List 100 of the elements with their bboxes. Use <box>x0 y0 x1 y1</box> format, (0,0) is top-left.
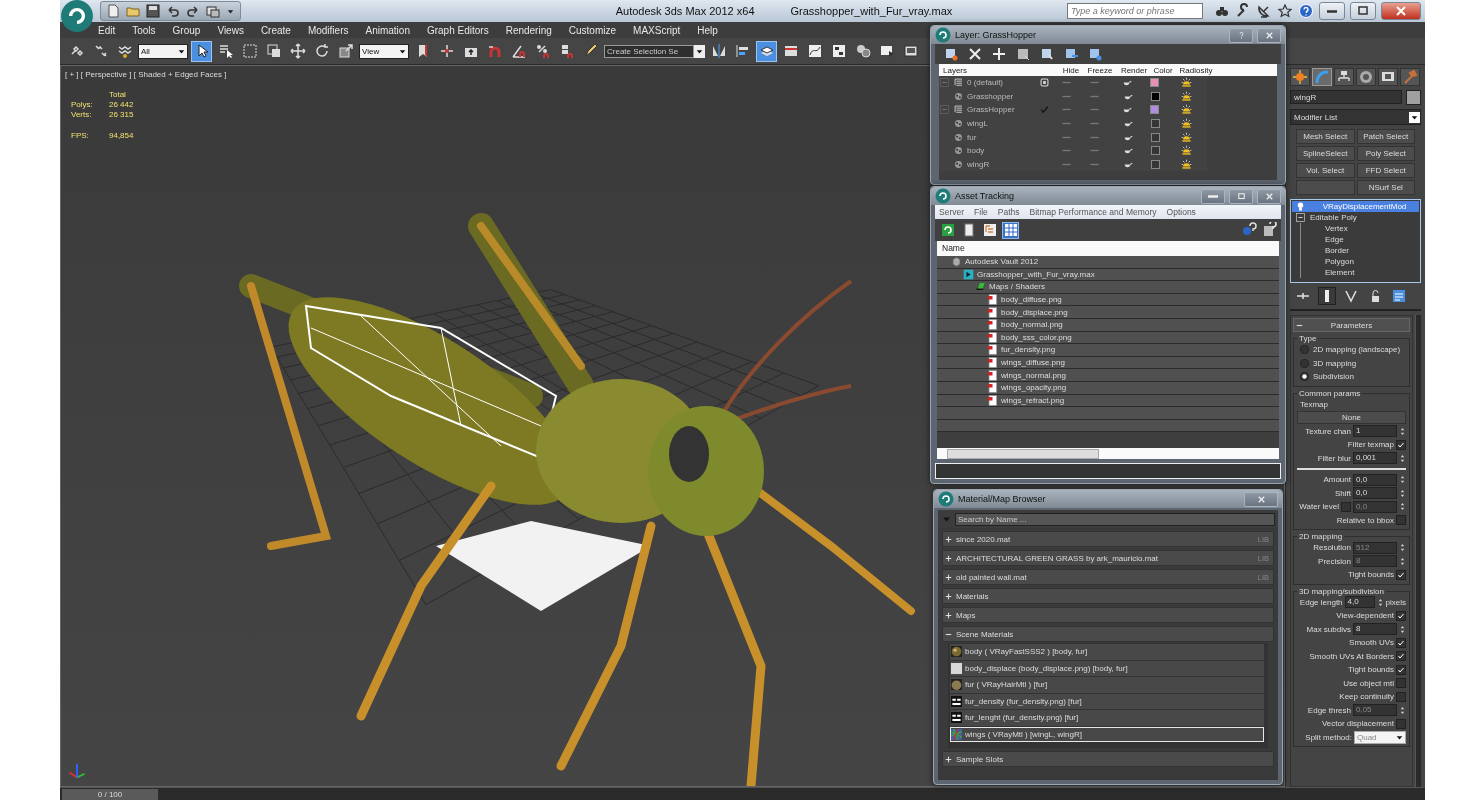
sub-object-item[interactable]: Polygon <box>1300 256 1419 267</box>
asset-name[interactable]: body_normal.png <box>1001 320 1063 330</box>
menu-item[interactable]: Paths <box>997 207 1020 217</box>
material-item[interactable]: body ( VRayFastSSS2 ) [body, fur] <box>950 644 1264 660</box>
asset-name[interactable]: Autodesk Vault 2012 <box>965 257 1039 267</box>
stat-label: Verts: <box>71 110 93 119</box>
menu-item[interactable]: Graph Editors <box>426 24 489 36</box>
modifier-button[interactable]: Poly Select <box>1356 146 1415 161</box>
menu-item[interactable]: Views <box>217 24 244 36</box>
search-field[interactable]: Type a keyword or phrase <box>1067 3 1203 19</box>
layer-name[interactable]: 0 (default) <box>967 78 1004 88</box>
spinner-field[interactable]: 4,0 <box>1344 596 1375 609</box>
column-header[interactable]: Layers <box>939 65 1037 75</box>
group-header[interactable]: Scene Materials <box>942 626 1274 642</box>
modifier-button[interactable]: NSurf Sel <box>1356 180 1415 195</box>
menu-item[interactable]: Create <box>260 24 291 36</box>
menu-item[interactable]: Modifiers <box>307 24 349 36</box>
group-title: Type <box>1298 334 1318 343</box>
named-selection-field[interactable]: Create Selection Se <box>604 44 694 58</box>
menu-item[interactable]: Bitmap Performance and Memory <box>1029 207 1157 217</box>
menu-item[interactable]: Animation <box>365 24 410 36</box>
layer-name[interactable]: Grasshopper <box>967 91 1014 101</box>
column-header[interactable]: Radiosity <box>1175 65 1217 75</box>
layer-name[interactable]: fur <box>967 132 977 142</box>
material-item[interactable]: body_displace (body_displace.png) [body, fur] <box>950 660 1264 676</box>
stack-item[interactable]: VRayDisplacementMod <box>1292 201 1419 212</box>
dialog-title: Material/Map Browser <box>958 494 1046 504</box>
rollout-header[interactable]: Parameters <box>1293 318 1410 332</box>
checkbox-label: Use object mtl <box>1343 678 1394 688</box>
sub-object-item[interactable]: Vertex <box>1300 223 1419 234</box>
group-header[interactable]: Sample Slots <box>942 751 1274 767</box>
checkbox-label: Relative to bbox <box>1336 515 1394 525</box>
layer-name[interactable]: wingR <box>967 159 990 169</box>
layer-name[interactable]: GrassHopper <box>967 105 1015 115</box>
asset-name[interactable]: wings_refract.png <box>1001 395 1065 405</box>
spinner-field[interactable]: 8 <box>1353 623 1397 636</box>
stack-item[interactable]: Editable Poly <box>1292 212 1419 223</box>
group-header[interactable]: Maps <box>942 607 1274 623</box>
asset-name[interactable]: wings_opacity.png <box>1001 383 1067 393</box>
dropdown[interactable]: All <box>138 43 188 59</box>
stat-label: Polys: <box>71 100 94 109</box>
menu-item[interactable]: Server <box>939 207 965 217</box>
material-item[interactable]: fur ( VRayHairMtl ) [fur] <box>950 677 1264 693</box>
asset-name[interactable]: body_sss_color.png <box>1001 332 1072 342</box>
object-name-field[interactable]: wingR <box>1290 90 1402 104</box>
modifier-button[interactable]: Mesh Select <box>1296 129 1355 144</box>
modifier-button[interactable]: Vol. Select <box>1296 163 1355 178</box>
spinner-field[interactable]: 0,0 <box>1353 487 1397 500</box>
dropdown[interactable]: View <box>359 43 409 59</box>
layer-name[interactable]: wingL <box>967 119 988 129</box>
menu-item[interactable]: Edit <box>98 24 116 36</box>
menu-item[interactable]: Help <box>697 24 718 36</box>
modifier-button[interactable]: SplineSelect <box>1296 146 1355 161</box>
menu-item[interactable]: File <box>974 207 988 217</box>
viewport-label[interactable]: [ + ] [ Perspective ] [ Shaded + Edged Faces ] <box>65 70 227 79</box>
field-label: Texture chan <box>1305 426 1351 436</box>
sub-object-item[interactable]: Edge <box>1300 234 1419 245</box>
search-field[interactable]: Search by Name ... <box>955 512 1275 526</box>
split-method-dropdown[interactable]: Quad <box>1354 730 1406 744</box>
field-label: Amount <box>1323 475 1351 485</box>
column-header[interactable]: Name <box>937 241 1279 256</box>
asset-name[interactable]: wings_normal.png <box>1001 370 1066 380</box>
field-label: Shift <box>1335 488 1351 498</box>
field-label: Resolution <box>1313 543 1351 553</box>
asset-name[interactable]: body_diffuse.png <box>1001 295 1062 305</box>
texmap-button[interactable]: None <box>1297 411 1406 425</box>
spinner-field[interactable]: 0,001 <box>1353 452 1397 465</box>
stat-value: 94,854 <box>109 131 134 140</box>
field-label: Precision <box>1318 556 1351 566</box>
asset-name[interactable]: Maps / Shaders <box>989 282 1046 292</box>
column-header[interactable]: Hide <box>1059 65 1083 75</box>
checkbox-label: Tight bounds <box>1348 570 1394 580</box>
menu-item[interactable]: Options <box>1166 207 1196 217</box>
sub-object-item[interactable]: Element <box>1300 267 1419 278</box>
group-title: 3D mapping/subdivision <box>1298 586 1385 596</box>
time-slider-thumb[interactable]: 0 / 100 <box>62 788 158 800</box>
menu-item[interactable]: Tools <box>132 24 156 36</box>
menu-item[interactable]: Rendering <box>505 24 552 36</box>
modifier-button[interactable]: Patch Select <box>1356 129 1415 144</box>
menu-item[interactable]: Customize <box>568 24 617 36</box>
layer-name[interactable]: body <box>967 146 985 156</box>
asset-name[interactable]: body_displace.png <box>1001 307 1068 317</box>
modifier-list-dropdown[interactable]: Modifier List <box>1290 109 1421 125</box>
column-header[interactable]: Freeze <box>1083 65 1117 75</box>
menu-item[interactable]: MAXScript <box>633 24 681 36</box>
column-header[interactable]: Color <box>1151 65 1175 75</box>
sub-object-item[interactable]: Border <box>1300 245 1419 256</box>
spinner-field[interactable]: 0,0 <box>1353 473 1397 486</box>
modifier-button[interactable]: FFD Select <box>1356 163 1415 178</box>
field-label: Edge thresh <box>1307 705 1351 715</box>
asset-name[interactable]: fur_density.png <box>1001 345 1056 355</box>
asset-name[interactable]: wings_diffuse.png <box>1001 358 1065 368</box>
spinner-field[interactable]: 1 <box>1353 425 1397 438</box>
material-item[interactable]: fur_lenght (fur_density.png) [fur] <box>950 710 1264 726</box>
field-label: Texmap <box>1300 399 1328 409</box>
material-item[interactable]: fur_density (fur_density.png) [fur] <box>950 693 1264 709</box>
group-header[interactable]: Materials <box>942 588 1274 604</box>
column-header[interactable]: Render <box>1117 65 1151 75</box>
menu-item[interactable]: Group <box>172 24 201 36</box>
material-item[interactable]: wings ( VRayMtl ) [wingL, wingR] <box>950 726 1264 742</box>
